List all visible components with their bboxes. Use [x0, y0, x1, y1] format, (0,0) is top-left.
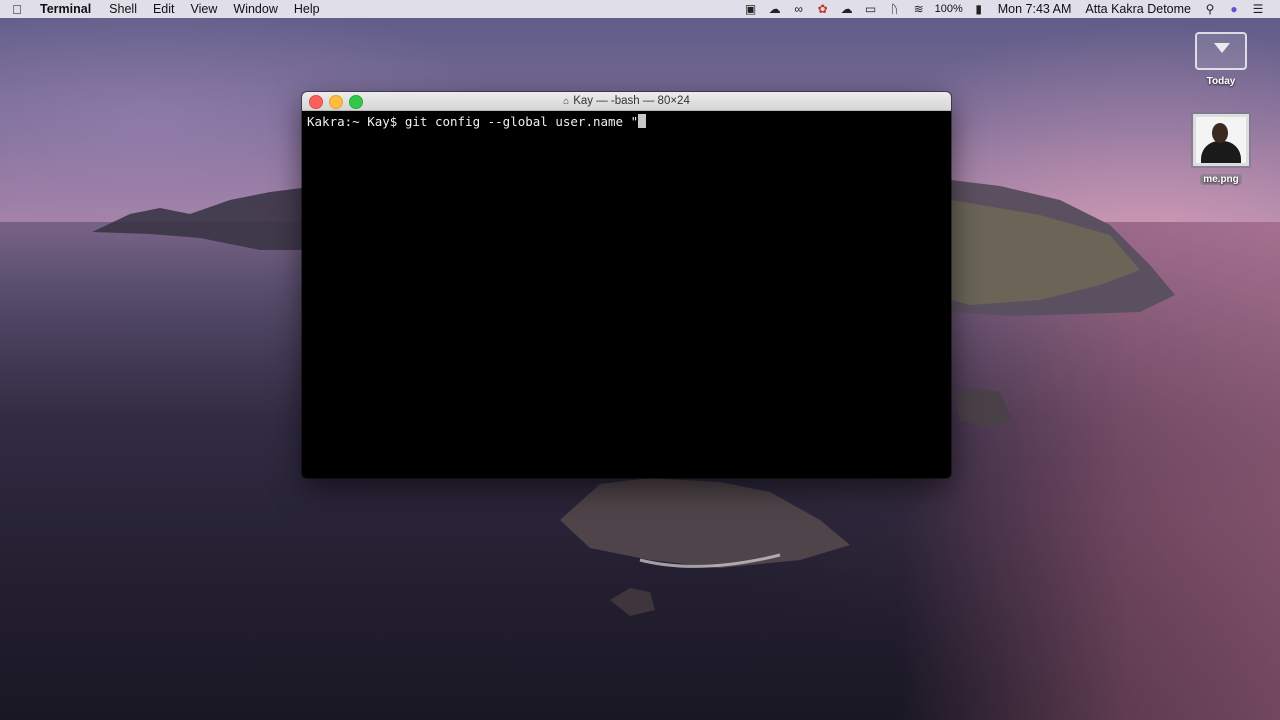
terminal-titlebar[interactable]: ⌂ Kay — -bash — 80×24	[302, 92, 951, 111]
cloud-icon[interactable]: ☁	[835, 0, 859, 18]
window-title: ⌂ Kay — -bash — 80×24	[302, 92, 951, 111]
spotlight-search-icon[interactable]: ⚲	[1198, 0, 1222, 18]
battery-percentage[interactable]: 100%	[931, 0, 967, 18]
clock[interactable]: Mon 7:43 AM	[991, 0, 1079, 18]
terminal-content[interactable]: Kakra:~ Kay$ git config --global user.na…	[302, 111, 951, 133]
menu-edit[interactable]: Edit	[145, 0, 183, 18]
cloud-upload-icon[interactable]: ☁	[763, 0, 787, 18]
screen-record-icon[interactable]: ▣	[739, 0, 763, 18]
desktop-icon-label: me.png	[1200, 174, 1242, 185]
folder-icon	[1195, 32, 1247, 70]
airplay-icon[interactable]: ▭	[859, 0, 883, 18]
menu-shell[interactable]: Shell	[101, 0, 145, 18]
battery-icon[interactable]: ▮	[967, 0, 991, 18]
window-title-text: Kay — -bash — 80×24	[573, 95, 690, 107]
image-thumbnail-icon	[1193, 114, 1249, 166]
menu-window[interactable]: Window	[225, 0, 285, 18]
apple-menu-icon[interactable]: 	[0, 2, 34, 17]
terminal-window[interactable]: ⌂ Kay — -bash — 80×24 Kakra:~ Kay$ git co…	[302, 92, 951, 478]
notification-center-icon[interactable]: ☰	[1246, 0, 1270, 18]
command-input[interactable]: git config --global user.name "	[405, 114, 638, 129]
menu-help[interactable]: Help	[286, 0, 328, 18]
bluetooth-icon[interactable]: ᚢ	[883, 0, 907, 18]
user-name[interactable]: Atta Kakra Detome	[1078, 0, 1198, 18]
desktop-file-me-png[interactable]: me.png	[1186, 114, 1256, 185]
shell-prompt: Kakra:~ Kay$	[307, 114, 405, 129]
desktop-icon-label: Today	[1206, 76, 1236, 87]
wifi-icon[interactable]: ≋	[907, 0, 931, 18]
home-icon: ⌂	[563, 96, 570, 107]
notification-badge-icon[interactable]: ✿	[811, 0, 835, 18]
menu-view[interactable]: View	[183, 0, 226, 18]
creative-cloud-icon[interactable]: ∞	[787, 0, 811, 18]
menu-app-name[interactable]: Terminal	[34, 0, 101, 18]
desktop-folder-today[interactable]: Today	[1186, 32, 1256, 87]
text-cursor	[638, 114, 647, 128]
siri-icon[interactable]: ●	[1222, 0, 1246, 18]
menu-bar:  Terminal Shell Edit View Window Help ▣…	[0, 0, 1280, 18]
